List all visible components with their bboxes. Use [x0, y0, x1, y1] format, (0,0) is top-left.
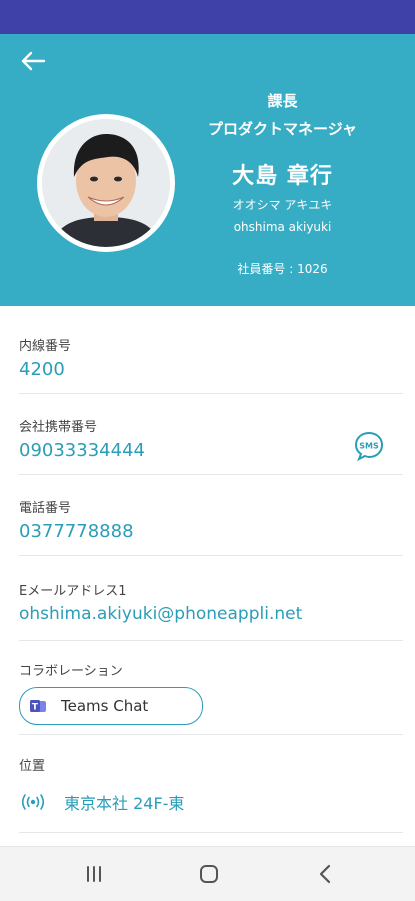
system-nav-bar [0, 846, 415, 901]
sms-icon[interactable]: SMS [353, 430, 385, 462]
extension-value[interactable]: 4200 [19, 359, 65, 380]
location-label: 位置 [19, 759, 46, 774]
collaboration-label: コラボレーション [19, 664, 123, 679]
phone-value[interactable]: 0377778888 [19, 521, 134, 542]
divider [19, 555, 403, 556]
home-icon[interactable] [195, 861, 223, 887]
teams-chat-button[interactable]: T Teams Chat [19, 687, 203, 725]
person-name-kana: オオシマ アキユキ [232, 198, 333, 212]
arrow-left-icon[interactable] [20, 50, 46, 72]
teams-icon: T [30, 700, 46, 713]
back-icon[interactable] [312, 861, 340, 887]
avatar [37, 114, 175, 252]
divider [19, 734, 403, 735]
person-name: 大島 章行 [232, 164, 333, 189]
beacon-icon [21, 794, 45, 810]
divider [19, 832, 403, 833]
extension-label: 内線番号 [19, 339, 72, 354]
divider [19, 474, 403, 475]
email-label: Eメールアドレス1 [19, 584, 127, 599]
profile-photo [42, 119, 170, 247]
svg-text:T: T [32, 703, 39, 713]
status-bar [0, 0, 415, 34]
department: プロダクトマネージャ [208, 120, 357, 138]
profile-header: 課長 プロダクトマネージャ 大島 章行 オオシマ アキユキ ohshima ak… [0, 34, 415, 306]
teams-chat-label: Teams Chat [61, 697, 149, 715]
mobile-value[interactable]: 09033334444 [19, 440, 145, 461]
employee-number: 社員番号 : 1026 [237, 262, 328, 276]
divider [19, 640, 403, 641]
divider [19, 393, 403, 394]
location-value[interactable]: 東京本社 24F-東 [64, 790, 184, 814]
person-name-roman: ohshima akiyuki [233, 220, 332, 234]
svg-text:SMS: SMS [359, 442, 379, 451]
job-title: 課長 [267, 92, 298, 110]
recent-apps-icon[interactable] [80, 861, 108, 887]
email-value[interactable]: ohshima.akiyuki@phoneappli.net [19, 604, 302, 624]
phone-label: 電話番号 [19, 501, 72, 516]
mobile-label: 会社携帯番号 [19, 420, 98, 435]
